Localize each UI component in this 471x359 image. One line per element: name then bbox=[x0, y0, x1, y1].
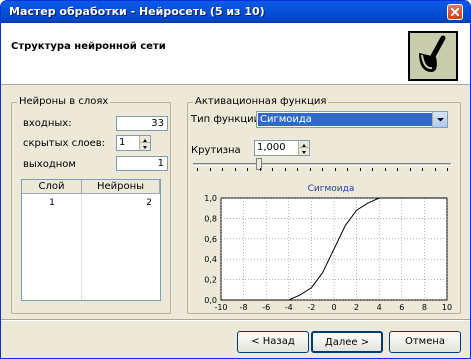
chart-y-tick-label: 0,2 bbox=[204, 276, 217, 285]
steepness-value: 1,000 bbox=[257, 142, 286, 153]
slider-tick bbox=[359, 168, 361, 171]
arrow-down-icon bbox=[143, 146, 147, 149]
chart-x-tick-label: -10 bbox=[214, 303, 227, 311]
steepness-stepper[interactable]: 1,000 bbox=[254, 140, 310, 156]
slider-tick bbox=[222, 168, 223, 171]
back-button[interactable]: < Назад bbox=[237, 331, 309, 353]
chevron-down-icon bbox=[437, 118, 444, 122]
chart-x-ticks: -10 -8 -6 -4 -2 0 2 4 6 8 10 bbox=[214, 303, 452, 311]
function-type-label: Тип функции bbox=[191, 114, 261, 125]
slider-tick bbox=[409, 168, 411, 171]
function-type-value: Сигмоида bbox=[258, 113, 432, 126]
slider-tick bbox=[234, 168, 236, 171]
chart-x-tick-label: -8 bbox=[240, 303, 248, 311]
steepness-label: Крутизна bbox=[191, 145, 241, 156]
dropdown-button[interactable] bbox=[432, 112, 447, 127]
chart-x-tick-label: -2 bbox=[307, 303, 315, 311]
chart-x-tick-label: 4 bbox=[377, 303, 382, 311]
slider-tick bbox=[209, 168, 211, 171]
slider-tick bbox=[422, 168, 423, 171]
slider-tick bbox=[434, 168, 436, 171]
slider-tick bbox=[347, 168, 348, 171]
spin-buttons bbox=[298, 141, 309, 155]
layers-table[interactable]: Слой Нейроны 1 2 bbox=[21, 179, 161, 301]
footer-separator bbox=[1, 319, 470, 321]
slider-tick bbox=[372, 168, 373, 171]
chart-x-tick-label: 6 bbox=[399, 303, 404, 311]
cancel-button[interactable]: Отмена bbox=[389, 331, 461, 353]
function-type-select[interactable]: Сигмоида bbox=[256, 111, 448, 128]
table-cell-neurons[interactable]: 2 bbox=[82, 196, 152, 210]
hidden-layers-value: 1 bbox=[119, 137, 126, 148]
chart-x-tick-label: 2 bbox=[354, 303, 359, 311]
page-title: Структура нейронной сети bbox=[11, 41, 166, 52]
wizard-header: Структура нейронной сети bbox=[1, 23, 470, 85]
spin-down-button[interactable] bbox=[140, 143, 150, 150]
close-icon bbox=[451, 8, 459, 16]
chart-x-tick-label: 8 bbox=[422, 303, 427, 311]
chart-y-tick-label: 0,4 bbox=[204, 255, 217, 264]
slider-tick bbox=[309, 168, 311, 171]
slider-tick bbox=[297, 168, 298, 171]
sigmoid-chart: Сигмоида 0,00,20,40,60,81,0 -10 -8 -6 -4 -2 0… bbox=[204, 184, 452, 311]
chart-y-tick-label: 0,6 bbox=[204, 235, 217, 244]
column-header-neurons[interactable]: Нейроны bbox=[82, 180, 160, 194]
hidden-layers-stepper[interactable]: 1 bbox=[116, 135, 151, 151]
wizard-window: Мастер обработки - Нейросеть (5 из 10) С… bbox=[0, 0, 471, 359]
inputs-label: входных: bbox=[23, 118, 72, 129]
window-title: Мастер обработки - Нейросеть (5 из 10) bbox=[9, 5, 265, 18]
column-header-layer[interactable]: Слой bbox=[22, 180, 82, 194]
slider-tick bbox=[384, 168, 386, 171]
table-divider bbox=[81, 195, 82, 300]
spin-buttons bbox=[139, 136, 150, 150]
hidden-layers-label: скрытых слоев: bbox=[23, 138, 106, 149]
slider-tick bbox=[397, 168, 398, 171]
outputs-field[interactable]: 1 bbox=[116, 156, 168, 171]
slider-tick bbox=[272, 168, 273, 171]
activation-group-label: Активационная функция bbox=[193, 96, 329, 107]
steepness-slider-track[interactable] bbox=[193, 163, 451, 166]
spin-up-button[interactable] bbox=[299, 141, 309, 148]
inputs-field[interactable]: 33 bbox=[116, 116, 168, 131]
chart-y-tick-label: 0,8 bbox=[204, 214, 217, 223]
arrow-down-icon bbox=[302, 151, 306, 154]
slider-tick bbox=[322, 168, 323, 171]
spin-down-button[interactable] bbox=[299, 148, 309, 155]
slider-tick bbox=[197, 168, 198, 171]
close-button[interactable] bbox=[447, 4, 463, 20]
slider-tick bbox=[334, 168, 336, 171]
chart-y-ticks: 0,00,20,40,60,81,0 bbox=[204, 194, 217, 305]
outputs-label: выходном bbox=[23, 159, 76, 170]
spin-up-button[interactable] bbox=[140, 136, 150, 143]
slider-tick bbox=[447, 168, 448, 171]
chart-x-tick-label: 0 bbox=[331, 303, 336, 311]
chart-x-tick-label: -6 bbox=[262, 303, 270, 311]
next-button[interactable]: Далее > bbox=[311, 331, 383, 353]
pipe-logo-icon bbox=[408, 31, 458, 81]
chart-x-tick-label: -4 bbox=[285, 303, 293, 311]
title-bar[interactable]: Мастер обработки - Нейросеть (5 из 10) bbox=[1, 1, 470, 23]
table-cell-layer[interactable]: 1 bbox=[22, 196, 82, 210]
chart-y-tick-label: 1,0 bbox=[204, 194, 217, 203]
chart-title: Сигмоида bbox=[308, 184, 355, 194]
slider-tick bbox=[247, 168, 248, 171]
chart-x-tick-label: 10 bbox=[442, 303, 452, 311]
slider-tick bbox=[284, 168, 286, 171]
slider-tick bbox=[259, 168, 261, 171]
neurons-group-label: Нейроны в слоях bbox=[17, 96, 111, 107]
